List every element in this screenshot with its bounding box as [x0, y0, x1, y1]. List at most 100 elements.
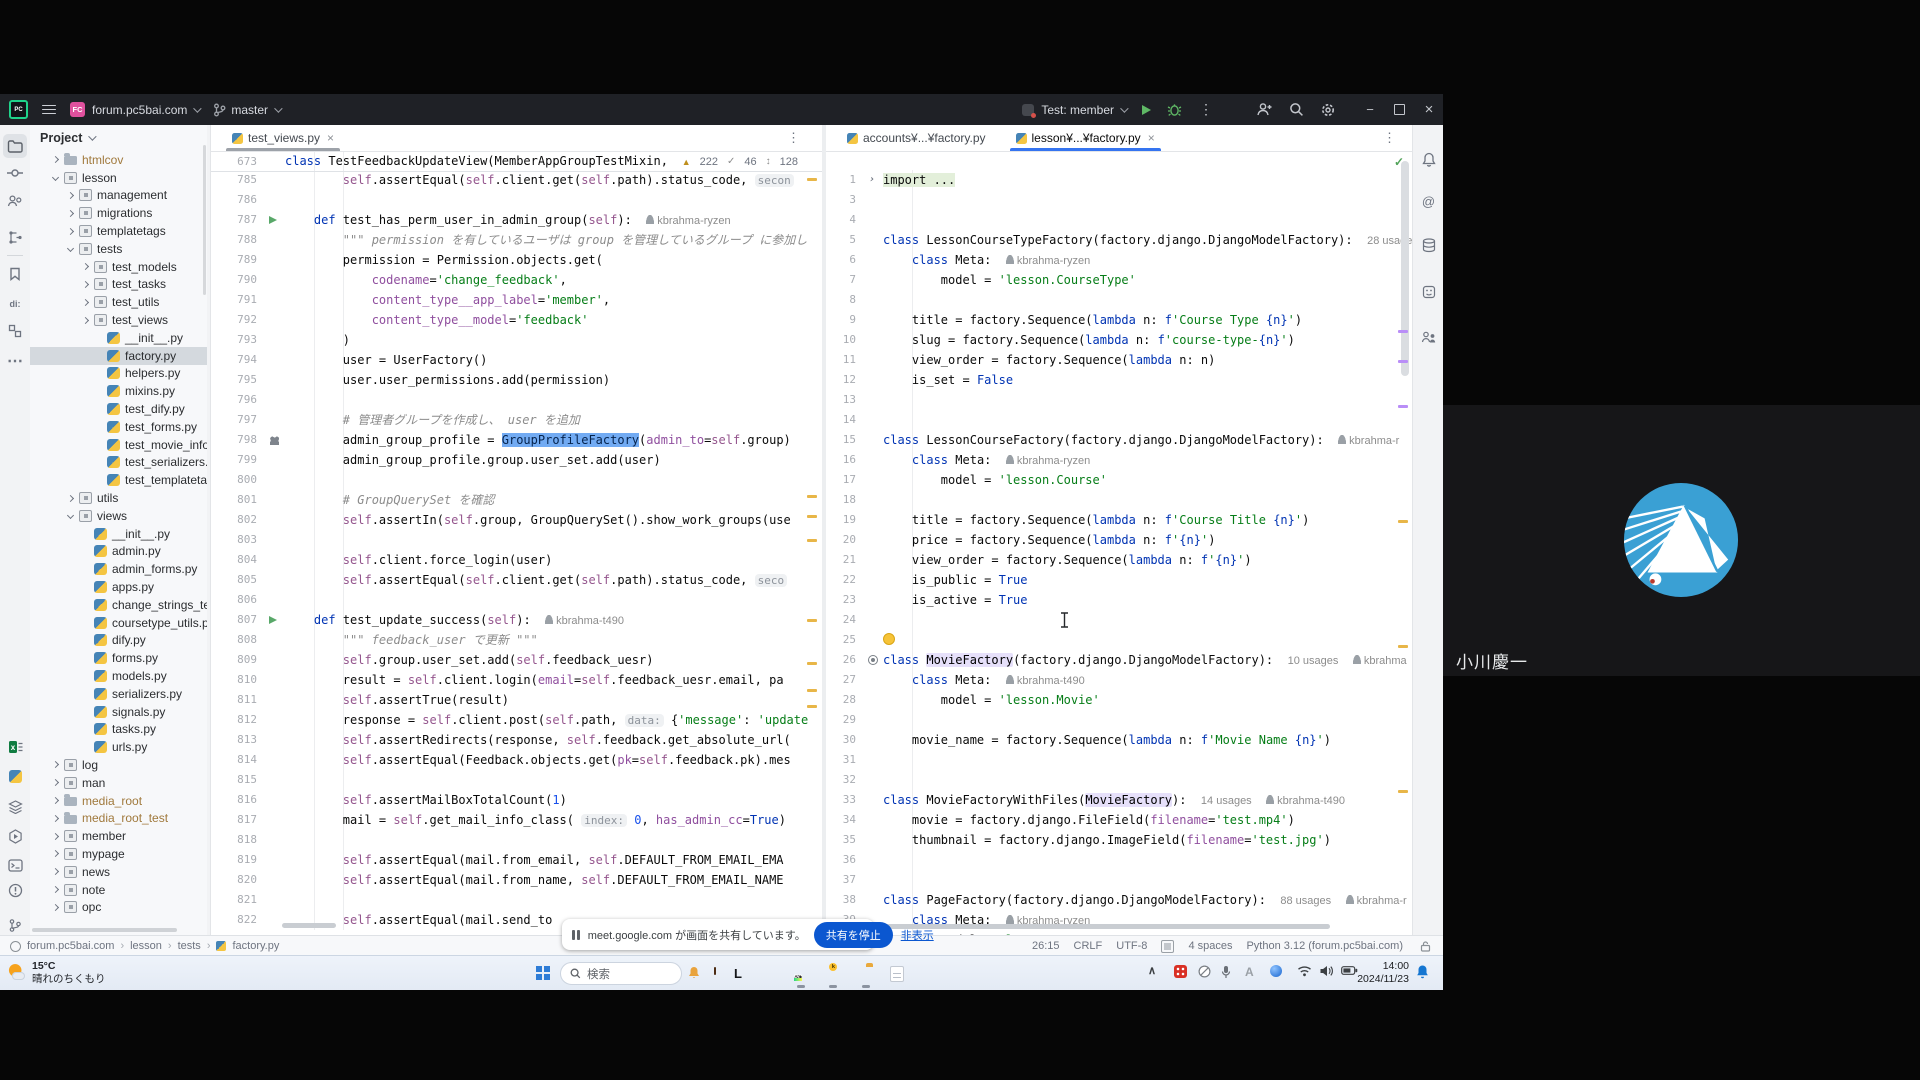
tree-item-models.py[interactable]: models.py	[30, 667, 207, 685]
code-line-787[interactable]: 787 def test_has_perm_user_in_admin_grou…	[211, 210, 822, 230]
tree-item-views[interactable]: views	[30, 507, 207, 525]
sticky-line[interactable]: 673class TestFeedbackUpdateView(MemberAp…	[211, 152, 822, 172]
code-line-789[interactable]: 789 permission = Permission.objects.get(	[211, 250, 822, 270]
code-line-18[interactable]: 18	[826, 490, 1412, 510]
code-line-805[interactable]: 805 self.assertEqual(self.client.get(sel…	[211, 570, 822, 590]
code-line-7[interactable]: 7 model = 'lesson.CourseType'	[826, 270, 1412, 290]
tree-chevron-icon[interactable]	[67, 192, 74, 199]
notepad-icon[interactable]	[890, 966, 904, 982]
gutter-group-icon[interactable]	[269, 436, 280, 445]
vcs-change-mark[interactable]	[1398, 330, 1408, 333]
code-line-21[interactable]: 21 view_order = factory.Sequence(lambda …	[826, 550, 1412, 570]
intention-bulb-icon[interactable]	[883, 633, 895, 645]
code-line-808[interactable]: 808 """ feedback_user で更新 """	[211, 630, 822, 650]
code-line-794[interactable]: 794 user = UserFactory()	[211, 350, 822, 370]
run-test-icon[interactable]	[269, 616, 277, 624]
code-line-815[interactable]: 815	[211, 770, 822, 790]
components-tool-icon[interactable]	[3, 319, 27, 343]
code-line-16[interactable]: 16 class Meta: kbrahma-ryzen	[826, 450, 1412, 470]
run-button[interactable]	[1142, 105, 1151, 115]
taskbar-clock[interactable]: 14:002024/11/23	[1357, 960, 1409, 986]
status-widget-4[interactable]: Python 3.12 (forum.pc5bai.com)	[1246, 940, 1403, 952]
code-line-810[interactable]: 810 result = self.client.login(email=sel…	[211, 670, 822, 690]
gutter-target-icon[interactable]	[868, 655, 878, 665]
error-stripe-mark[interactable]	[807, 705, 817, 708]
tree-item-media_root[interactable]: media_root	[30, 792, 207, 810]
project-scrollbar-vertical[interactable]	[203, 145, 206, 295]
code-line-791[interactable]: 791 content_type__app_label='member',	[211, 290, 822, 310]
code-line-17[interactable]: 17 model = 'lesson.Course'	[826, 470, 1412, 490]
tree-item-member[interactable]: member	[30, 827, 207, 845]
code-line-817[interactable]: 817 mail = self.get_mail_info_class( ind…	[211, 810, 822, 830]
tree-item-log[interactable]: log	[30, 756, 207, 774]
code-line-4[interactable]: 4	[826, 210, 1412, 230]
hide-banner-link[interactable]: 非表示	[901, 927, 934, 943]
git-tool-icon[interactable]	[3, 913, 27, 937]
tree-item-opc[interactable]: opc	[30, 898, 207, 916]
code-line-797[interactable]: 797 # 管理者グループを作成し、 user を追加	[211, 410, 822, 430]
project-scrollbar-horizontal[interactable]	[32, 928, 177, 932]
tree-item-apps.py[interactable]: apps.py	[30, 578, 207, 596]
left-editor-hscrollbar[interactable]	[282, 923, 336, 928]
tree-chevron-icon[interactable]	[52, 174, 59, 181]
code-line-813[interactable]: 813 self.assertRedirects(response, self.…	[211, 730, 822, 750]
stop-sharing-button[interactable]: 共有を停止	[814, 922, 893, 948]
more-actions-icon[interactable]: ⋮	[1198, 101, 1214, 118]
code-line-793[interactable]: 793 )	[211, 330, 822, 350]
code-line-36[interactable]: 36	[826, 850, 1412, 870]
code-line-24[interactable]: 24	[826, 610, 1412, 630]
project-panel-header[interactable]: Project	[30, 125, 207, 150]
code-line-1[interactable]: 1›import ...	[826, 170, 1412, 190]
microphone-tray-icon[interactable]	[1221, 965, 1231, 982]
error-stripe-mark[interactable]	[1398, 645, 1408, 648]
tree-item-test_views[interactable]: test_views	[30, 311, 207, 329]
tab-bar-options-icon[interactable]: ⋮	[787, 130, 800, 146]
di-plugin-icon[interactable]: di:	[3, 292, 27, 316]
tree-chevron-icon[interactable]	[67, 512, 74, 519]
tree-chevron-icon[interactable]	[52, 779, 59, 786]
sheets-tool-icon[interactable]: x	[3, 735, 27, 759]
volume-icon[interactable]	[1319, 965, 1333, 980]
minimize-button[interactable]: −	[1362, 102, 1378, 117]
project-widget[interactable]: FC forum.pc5bai.com	[70, 102, 199, 117]
breadcrumb-item[interactable]: factory.py	[232, 940, 279, 952]
code-line-22[interactable]: 22 is_public = True	[826, 570, 1412, 590]
code-line-20[interactable]: 20 price = factory.Sequence(lambda n: f'…	[826, 530, 1412, 550]
breadcrumb-item[interactable]: lesson	[130, 940, 162, 952]
tree-item-change_strings_temp.py[interactable]: change_strings_temp.py	[30, 596, 207, 614]
tree-item-admin.py[interactable]: admin.py	[30, 543, 207, 561]
code-line-33[interactable]: 33class MovieFactoryWithFiles(MovieFacto…	[826, 790, 1412, 810]
error-stripe-mark[interactable]	[807, 178, 817, 181]
tray-blue-app-icon[interactable]	[1270, 965, 1282, 977]
breadcrumb-item[interactable]: forum.pc5bai.com	[27, 940, 114, 952]
tree-item-admin_forms.py[interactable]: admin_forms.py	[30, 560, 207, 578]
tree-chevron-icon[interactable]	[67, 245, 74, 252]
breadcrumb[interactable]: forum.pc5bai.com›lesson›tests›factory.py	[0, 940, 279, 952]
tree-chevron-icon[interactable]	[67, 228, 74, 235]
weather-widget[interactable]: 15°C晴れのちくもり	[8, 960, 106, 986]
tree-chevron-icon[interactable]	[52, 904, 59, 911]
tree-item-urls.py[interactable]: urls.py	[30, 738, 207, 756]
settings-gear-icon[interactable]	[1320, 102, 1336, 118]
tree-item-test_movie_info_utils.py[interactable]: test_movie_info_utils.py	[30, 436, 207, 454]
notification-bell-icon[interactable]	[1416, 964, 1429, 982]
code-line-804[interactable]: 804 self.client.force_login(user)	[211, 550, 822, 570]
l-app-icon[interactable]: L	[734, 966, 742, 981]
code-line-809[interactable]: 809 self.group.user_set.add(self.feedbac…	[211, 650, 822, 670]
tab-lesson-factory[interactable]: lesson¥...¥factory.py ×	[1008, 125, 1163, 151]
close-button[interactable]: ×	[1421, 101, 1437, 118]
tree-chevron-icon[interactable]	[52, 833, 59, 840]
error-stripe-mark[interactable]	[807, 662, 817, 665]
tree-chevron-icon[interactable]	[67, 494, 74, 501]
code-line-786[interactable]: 786	[211, 190, 822, 210]
ime-mode-icon[interactable]: A	[1245, 965, 1254, 979]
code-line-12[interactable]: 12 is_set = False	[826, 370, 1412, 390]
code-line-30[interactable]: 30 movie_name = factory.Sequence(lambda …	[826, 730, 1412, 750]
code-line-785[interactable]: 785 self.assertEqual(self.client.get(sel…	[211, 170, 822, 190]
commit-tool-icon[interactable]	[3, 161, 27, 185]
terminal-tool-icon[interactable]	[3, 853, 27, 877]
status-widget-0[interactable]: 26:15	[1032, 940, 1060, 952]
tab-close-icon[interactable]: ×	[1148, 131, 1155, 145]
tree-item-media_root_test[interactable]: media_root_test	[30, 809, 207, 827]
code-line-811[interactable]: 811 self.assertTrue(result)	[211, 690, 822, 710]
